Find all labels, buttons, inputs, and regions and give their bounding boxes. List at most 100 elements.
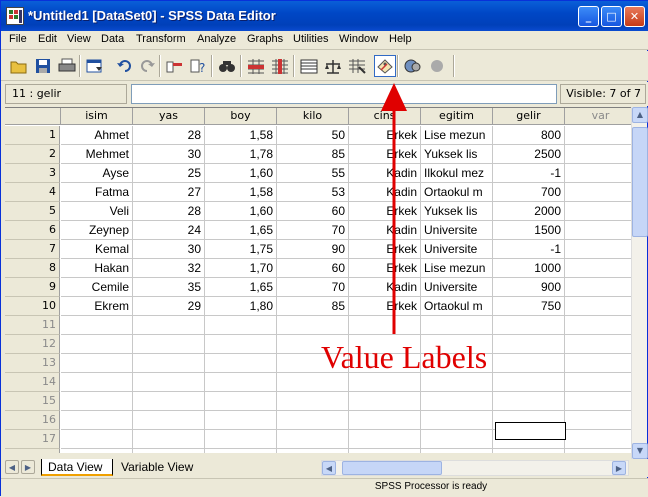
cell-yas[interactable]: 30 <box>133 240 205 259</box>
row-number[interactable]: 18 <box>5 449 60 453</box>
cell-isim[interactable]: Hakan <box>61 259 133 278</box>
cell-kilo[interactable]: 85 <box>277 297 349 316</box>
cell-cins[interactable] <box>349 430 421 449</box>
cell-gelir[interactable] <box>493 449 565 453</box>
cell-yas[interactable] <box>133 335 205 354</box>
cell-isim[interactable]: Cemile <box>61 278 133 297</box>
menu-help[interactable]: Help <box>389 33 412 45</box>
column-header[interactable]: boy <box>205 108 277 125</box>
cell-var[interactable] <box>565 335 631 354</box>
cell-isim[interactable]: Fatma <box>61 183 133 202</box>
row-number[interactable]: 14 <box>5 373 60 392</box>
cell-yas[interactable]: 35 <box>133 278 205 297</box>
menu-file[interactable]: File <box>9 33 27 45</box>
cell-kilo[interactable]: 70 <box>277 221 349 240</box>
dialog-recall-icon[interactable] <box>84 55 106 77</box>
scroll-right-button[interactable]: ▶ <box>612 461 626 475</box>
cell-boy[interactable]: 1,75 <box>205 240 277 259</box>
cell-yas[interactable]: 28 <box>133 126 205 145</box>
cell-boy[interactable]: 1,65 <box>205 278 277 297</box>
cell-egitim[interactable] <box>421 316 493 335</box>
cell-isim[interactable]: Veli <box>61 202 133 221</box>
cell-isim[interactable] <box>61 316 133 335</box>
cell-kilo[interactable]: 50 <box>277 126 349 145</box>
cell-kilo[interactable] <box>277 392 349 411</box>
menu-edit[interactable]: Edit <box>38 33 57 45</box>
cell-boy[interactable] <box>205 335 277 354</box>
cell-boy[interactable] <box>205 449 277 453</box>
cell-gelir[interactable]: 750 <box>493 297 565 316</box>
row-number[interactable]: 7 <box>5 240 60 259</box>
row-number[interactable]: 15 <box>5 392 60 411</box>
cell-egitim[interactable]: Ilkokul mez <box>421 164 493 183</box>
undo-icon[interactable] <box>113 55 135 77</box>
cell-egitim[interactable]: Lise mezun <box>421 126 493 145</box>
cell-yas[interactable]: 30 <box>133 145 205 164</box>
maximize-button[interactable]: □ <box>601 6 622 27</box>
corner-cell[interactable] <box>5 108 61 125</box>
cell-boy[interactable] <box>205 411 277 430</box>
cell-yas[interactable]: 27 <box>133 183 205 202</box>
cell-var[interactable] <box>565 297 631 316</box>
cell-yas[interactable]: 32 <box>133 259 205 278</box>
cell-gelir[interactable]: -1 <box>493 164 565 183</box>
cell-kilo[interactable]: 60 <box>277 259 349 278</box>
cell-isim[interactable]: Zeynep <box>61 221 133 240</box>
data-grid[interactable]: isim yas boy kilo cins egitim gelir var … <box>5 107 631 453</box>
cell-isim[interactable] <box>61 430 133 449</box>
tab-data-view[interactable]: Data View <box>41 459 113 476</box>
cell-isim[interactable]: Ahmet <box>61 126 133 145</box>
vertical-scrollbar[interactable]: ▲ ▼ <box>631 107 648 459</box>
row-number[interactable]: 2 <box>5 145 60 164</box>
cell-gelir[interactable] <box>493 335 565 354</box>
cell-gelir[interactable] <box>493 354 565 373</box>
cell-boy[interactable]: 1,60 <box>205 202 277 221</box>
tab-scroll-right-button[interactable]: ▶ <box>21 460 35 474</box>
insert-cases-icon[interactable] <box>245 55 267 77</box>
cell-gelir[interactable] <box>493 316 565 335</box>
cell-isim[interactable] <box>61 449 133 453</box>
cell-isim[interactable] <box>61 392 133 411</box>
close-button[interactable]: ✕ <box>624 6 645 27</box>
cell-gelir[interactable]: 1500 <box>493 221 565 240</box>
cell-var[interactable] <box>565 278 631 297</box>
cell-boy[interactable]: 1,65 <box>205 221 277 240</box>
cell-kilo[interactable]: 55 <box>277 164 349 183</box>
column-header[interactable]: isim <box>61 108 133 125</box>
tab-variable-view[interactable]: Variable View <box>115 459 207 476</box>
cell-var[interactable] <box>565 164 631 183</box>
row-number[interactable]: 1 <box>5 126 60 145</box>
print-icon[interactable] <box>56 55 78 77</box>
cell-boy[interactable]: 1,70 <box>205 259 277 278</box>
save-icon[interactable] <box>32 55 54 77</box>
row-number[interactable]: 8 <box>5 259 60 278</box>
cell-gelir[interactable]: 1000 <box>493 259 565 278</box>
column-header[interactable]: gelir <box>493 108 565 125</box>
cell-kilo[interactable] <box>277 449 349 453</box>
split-file-icon[interactable] <box>298 55 320 77</box>
weight-cases-icon[interactable] <box>322 55 344 77</box>
cell-gelir[interactable]: 700 <box>493 183 565 202</box>
menu-analyze[interactable]: Analyze <box>197 33 236 45</box>
cell-var[interactable] <box>565 221 631 240</box>
redo-icon[interactable] <box>137 55 159 77</box>
column-header-var[interactable]: var <box>565 108 631 125</box>
cell-gelir[interactable]: 2000 <box>493 202 565 221</box>
value-labels-icon[interactable] <box>374 55 396 77</box>
goto-case-icon[interactable] <box>164 55 186 77</box>
cell-yas[interactable] <box>133 411 205 430</box>
vertical-scroll-thumb[interactable] <box>632 127 648 237</box>
cell-var[interactable] <box>565 373 631 392</box>
scroll-up-button[interactable]: ▲ <box>632 107 648 123</box>
column-header[interactable]: egitim <box>421 108 493 125</box>
cell-egitim[interactable]: Yuksek lis <box>421 145 493 164</box>
cell-egitim[interactable]: Universite <box>421 221 493 240</box>
cell-kilo[interactable]: 60 <box>277 202 349 221</box>
cell-gelir[interactable]: -1 <box>493 240 565 259</box>
row-number[interactable]: 4 <box>5 183 60 202</box>
title-bar[interactable]: *Untitled1 [DataSet0] - SPSS Data Editor… <box>1 1 648 31</box>
cell-kilo[interactable]: 85 <box>277 145 349 164</box>
cell-egitim[interactable] <box>421 430 493 449</box>
cell-kilo[interactable]: 53 <box>277 183 349 202</box>
menu-transform[interactable]: Transform <box>136 33 186 45</box>
